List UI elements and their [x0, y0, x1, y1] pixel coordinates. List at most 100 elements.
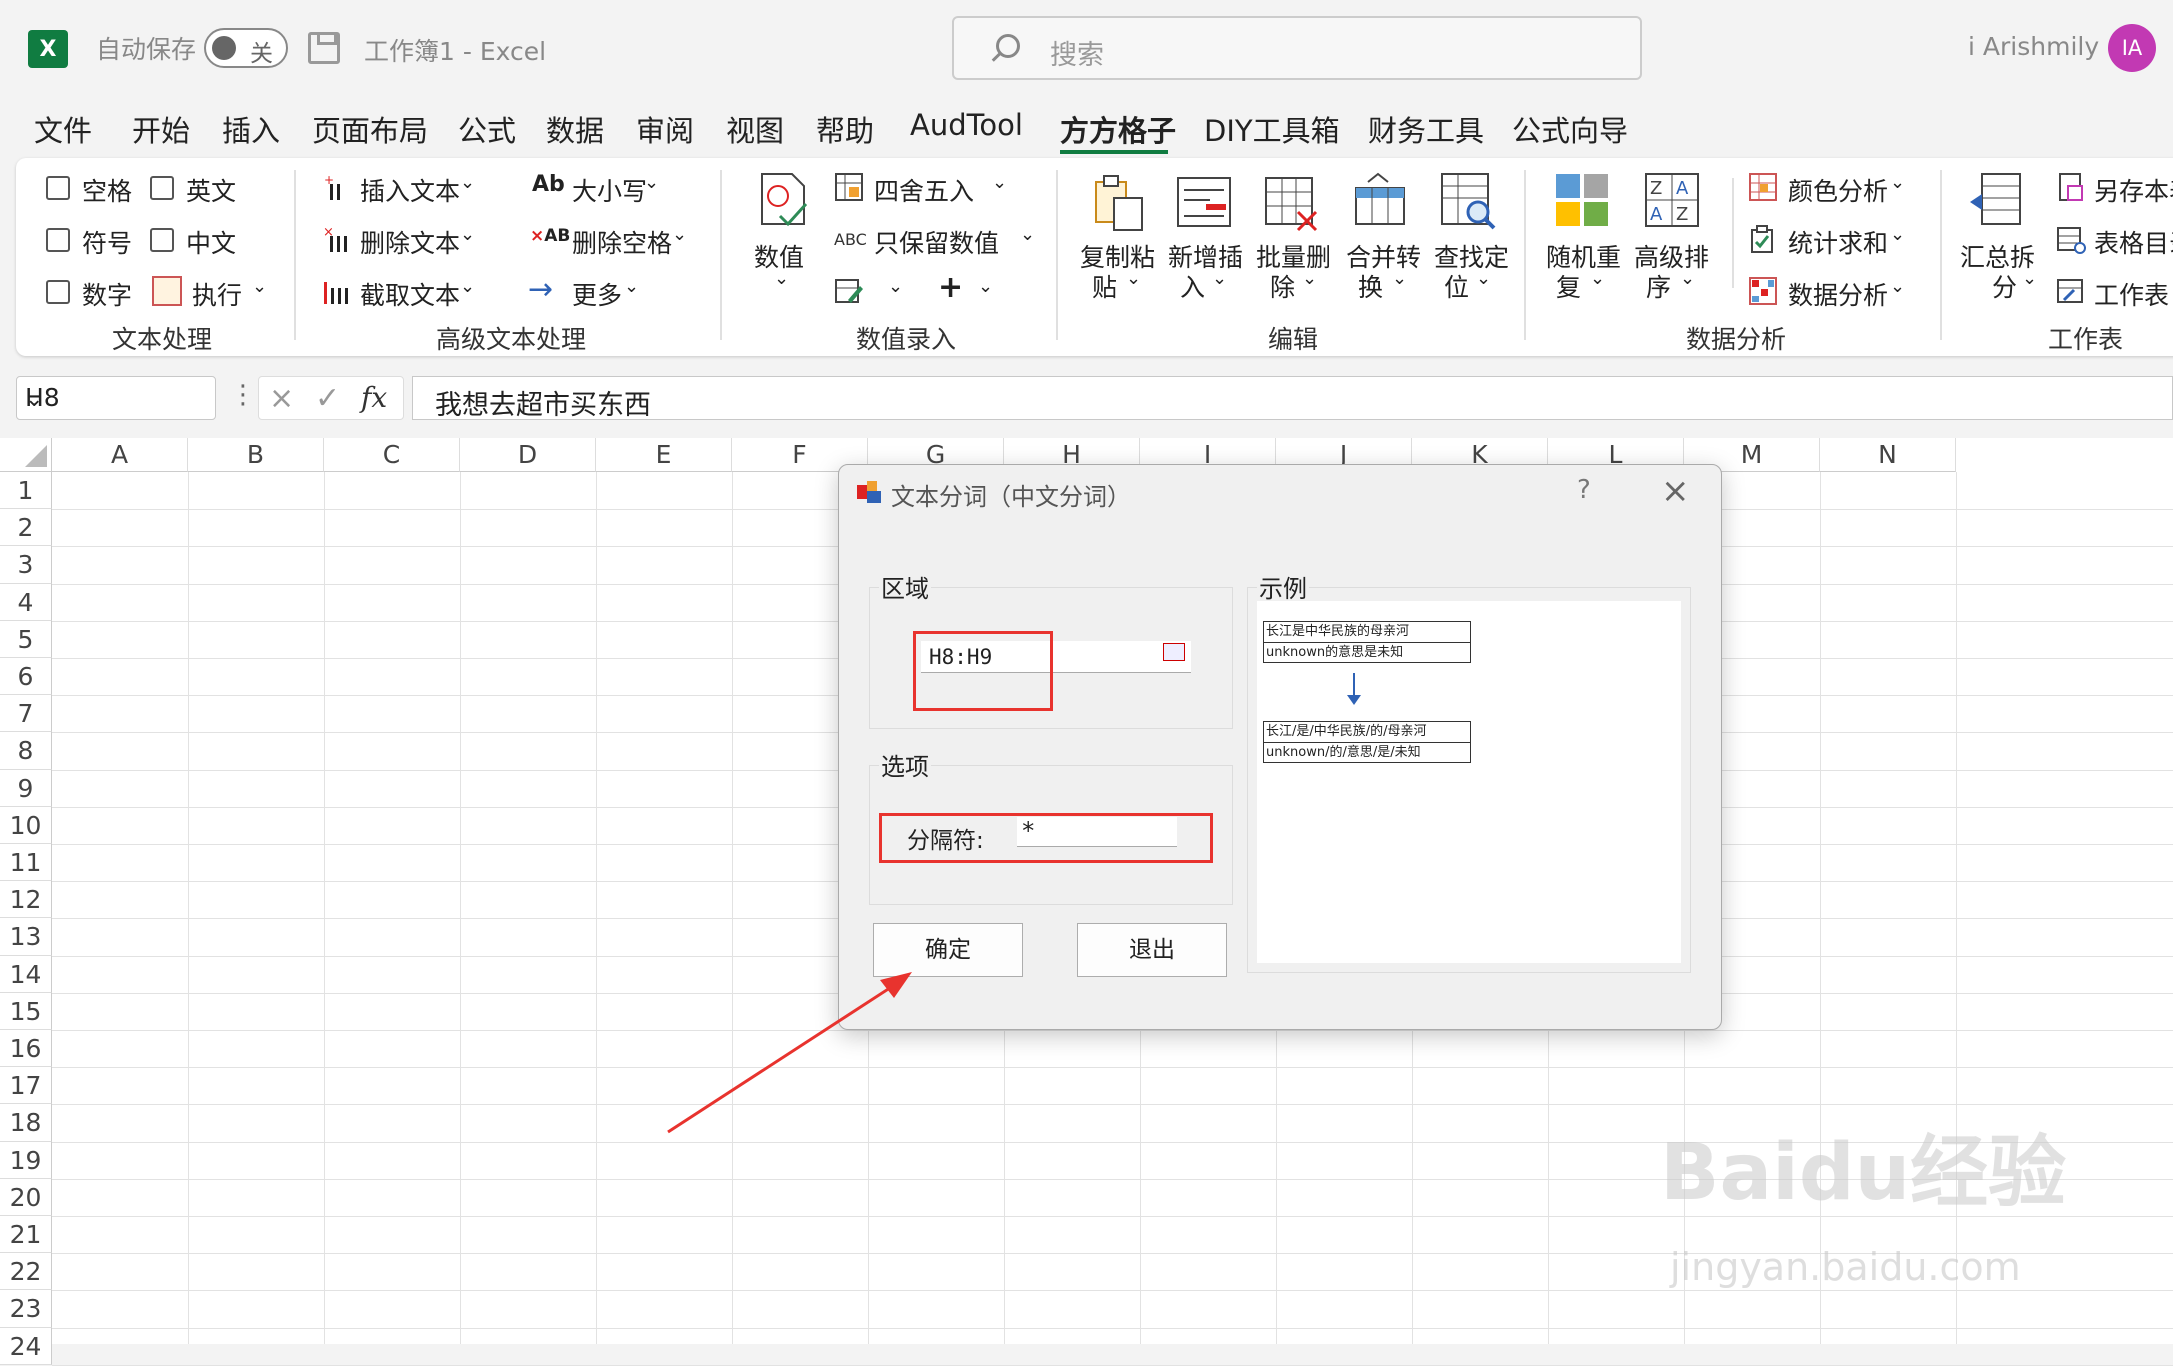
row-header[interactable]: 24: [0, 1327, 52, 1365]
tab-formulas[interactable]: 公式: [458, 108, 516, 150]
close-icon[interactable]: ×: [1661, 471, 1690, 511]
data-analysis-button[interactable]: 数据分析: [1788, 276, 1888, 312]
avatar[interactable]: IA: [2108, 24, 2156, 72]
chevron-down-icon[interactable]: ⌄: [460, 276, 475, 297]
round-button[interactable]: 四舍五入: [874, 172, 974, 208]
tab-data[interactable]: 数据: [546, 108, 604, 150]
name-box[interactable]: H8 ⌄: [16, 376, 216, 420]
chevron-down-icon[interactable]: ⌄: [1126, 268, 1141, 289]
formula-input[interactable]: 我想去超市买东西: [412, 376, 2173, 421]
checkbox-chinese[interactable]: [150, 228, 174, 252]
more-button[interactable]: 更多: [572, 276, 622, 312]
tab-insert[interactable]: 插入: [222, 108, 280, 150]
row-header[interactable]: 16: [0, 1030, 52, 1068]
tab-help[interactable]: 帮助: [816, 108, 874, 150]
checkbox-symbol[interactable]: [46, 228, 70, 252]
autosave-toggle[interactable]: 关: [204, 28, 288, 68]
chevron-down-icon[interactable]: ⌄: [1680, 268, 1695, 289]
row-header[interactable]: 21: [0, 1216, 52, 1254]
column-header[interactable]: A: [52, 438, 188, 472]
chevron-down-icon[interactable]: ⌄: [672, 224, 687, 245]
cancel-icon[interactable]: ×: [269, 381, 294, 416]
chevron-down-icon[interactable]: ⌄: [1590, 268, 1605, 289]
worksheet-button[interactable]: 工作表: [2094, 276, 2169, 312]
chevron-down-icon[interactable]: ⌄: [1302, 268, 1317, 289]
row-header[interactable]: 2: [0, 509, 52, 547]
checkbox-number[interactable]: [46, 280, 70, 304]
plus-icon[interactable]: +: [938, 270, 963, 305]
tab-finance-tools[interactable]: 财务工具: [1368, 108, 1484, 150]
row-header[interactable]: 22: [0, 1253, 52, 1291]
function-icon[interactable]: fx: [361, 381, 387, 414]
tab-audtool[interactable]: AudTool: [910, 108, 1023, 142]
tab-view[interactable]: 视图: [726, 108, 784, 150]
row-header[interactable]: 15: [0, 992, 52, 1030]
tab-file[interactable]: 文件: [34, 108, 92, 150]
chevron-down-icon[interactable]: ⌄: [460, 172, 475, 193]
row-header[interactable]: 6: [0, 658, 52, 696]
chevron-down-icon[interactable]: ⌄: [888, 276, 903, 297]
tab-fangfanggezi[interactable]: 方方格子: [1060, 108, 1176, 150]
chevron-down-icon[interactable]: ⌄: [1020, 224, 1035, 245]
checkbox-english[interactable]: [150, 176, 174, 200]
chevron-down-icon[interactable]: ⌄: [1890, 172, 1905, 193]
checkbox-space[interactable]: [46, 176, 70, 200]
chevron-down-icon[interactable]: ⌄: [2022, 268, 2037, 289]
row-header[interactable]: 8: [0, 732, 52, 770]
chevron-down-icon[interactable]: ⌄: [624, 276, 639, 297]
check-icon[interactable]: ✓: [315, 381, 340, 416]
range-select-icon[interactable]: [1163, 643, 1185, 661]
row-header[interactable]: 5: [0, 620, 52, 658]
tab-home[interactable]: 开始: [132, 108, 190, 150]
keep-numbers-button[interactable]: 只保留数值: [874, 224, 999, 260]
exit-button[interactable]: 退出: [1077, 923, 1227, 977]
column-header[interactable]: N: [1820, 438, 1956, 472]
chevron-down-icon[interactable]: ⌄: [252, 276, 267, 297]
delete-space-button[interactable]: 删除空格: [572, 224, 672, 260]
row-header[interactable]: 23: [0, 1290, 52, 1328]
save-as-sheet-button[interactable]: 另存本表: [2094, 172, 2173, 208]
insert-text-button[interactable]: 插入文本: [360, 172, 460, 208]
help-button[interactable]: ?: [1577, 475, 1591, 505]
delete-text-button[interactable]: 删除文本: [360, 224, 460, 260]
column-header[interactable]: E: [596, 438, 732, 472]
stat-sum-button[interactable]: 统计求和: [1788, 224, 1888, 260]
table-toc-button[interactable]: 表格目录: [2094, 224, 2173, 260]
chevron-down-icon[interactable]: ⌄: [1890, 224, 1905, 245]
row-header[interactable]: 9: [0, 769, 52, 807]
row-header[interactable]: 19: [0, 1141, 52, 1179]
chevron-down-icon[interactable]: ⌄: [1890, 276, 1905, 297]
row-header[interactable]: 13: [0, 918, 52, 956]
cut-text-button[interactable]: 截取文本: [360, 276, 460, 312]
row-header[interactable]: 17: [0, 1067, 52, 1105]
row-header[interactable]: 1: [0, 472, 52, 510]
search-box[interactable]: 搜索: [952, 16, 1642, 80]
tab-diy-toolbox[interactable]: DIY工具箱: [1204, 108, 1340, 150]
chevron-down-icon[interactable]: ⌄: [1476, 268, 1491, 289]
more-vertical-icon[interactable]: ⋮: [230, 380, 256, 410]
execute-button[interactable]: 执行: [192, 276, 242, 312]
ok-button[interactable]: 确定: [873, 923, 1023, 977]
chevron-down-icon[interactable]: ⌄: [25, 387, 205, 412]
chevron-down-icon[interactable]: ⌄: [644, 172, 659, 193]
tab-formula-wizard[interactable]: 公式向导: [1512, 108, 1628, 150]
column-header[interactable]: B: [188, 438, 324, 472]
chevron-down-icon[interactable]: ⌄: [978, 276, 993, 297]
row-header[interactable]: 18: [0, 1104, 52, 1142]
user-name[interactable]: i Arishmily: [1968, 32, 2099, 61]
color-analysis-button[interactable]: 颜色分析: [1788, 172, 1888, 208]
column-header[interactable]: C: [324, 438, 460, 472]
chevron-down-icon[interactable]: ⌄: [1212, 268, 1227, 289]
chevron-down-icon[interactable]: ⌄: [774, 268, 789, 289]
row-header[interactable]: 7: [0, 695, 52, 733]
case-button[interactable]: 大小写: [572, 172, 647, 208]
tab-review[interactable]: 审阅: [636, 108, 694, 150]
row-header[interactable]: 11: [0, 844, 52, 882]
chevron-down-icon[interactable]: ⌄: [992, 172, 1007, 193]
column-header[interactable]: D: [460, 438, 596, 472]
row-header[interactable]: 4: [0, 583, 52, 621]
row-header[interactable]: 20: [0, 1178, 52, 1216]
row-header[interactable]: 3: [0, 546, 52, 584]
tab-page-layout[interactable]: 页面布局: [312, 108, 428, 150]
save-icon[interactable]: [308, 32, 340, 64]
